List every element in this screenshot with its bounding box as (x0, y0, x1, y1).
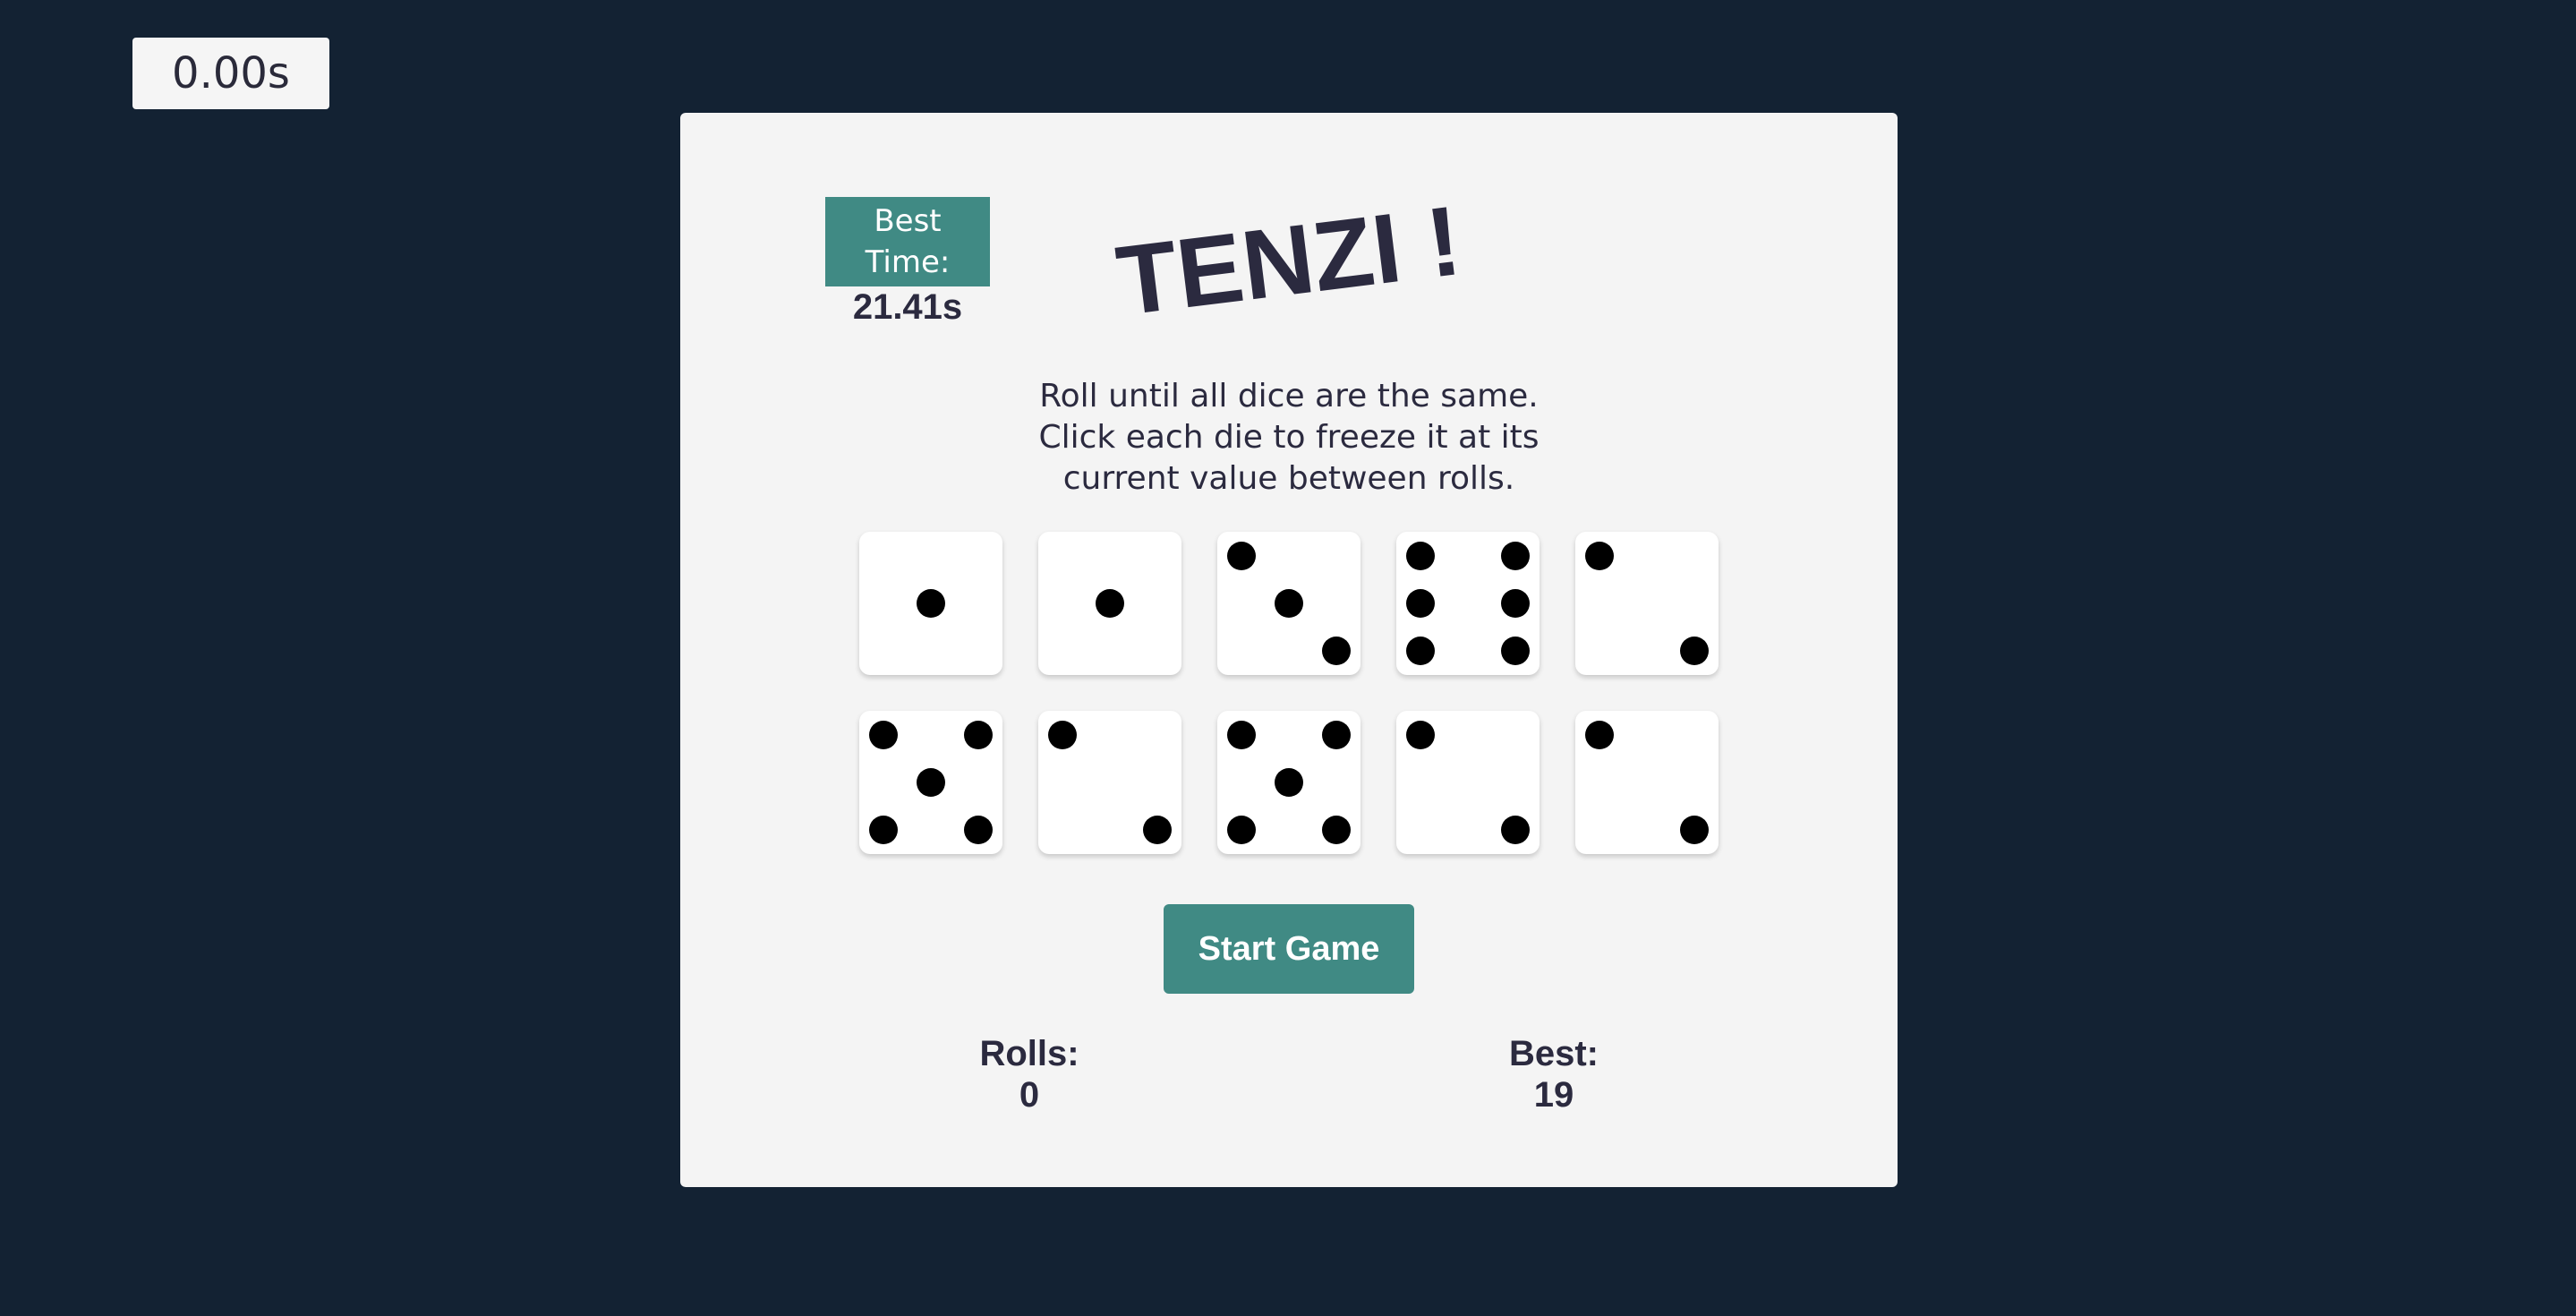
die-pip (1048, 721, 1077, 749)
die-pip (1227, 816, 1256, 844)
die-pip (1585, 542, 1614, 570)
die-3[interactable] (1217, 532, 1361, 675)
rolls-label: Rolls: (979, 1034, 1079, 1073)
start-game-button[interactable]: Start Game (1164, 904, 1414, 994)
die-pip (964, 816, 993, 844)
game-card: Best Time: 21.41s TENZI ! Roll until all… (680, 113, 1898, 1187)
die-pip (869, 721, 898, 749)
instructions-line-1: Roll until all dice are the same. (1039, 378, 1539, 414)
best-rolls-stat: Best: 19 (1455, 1033, 1652, 1115)
die-5[interactable] (1575, 532, 1719, 675)
die-6[interactable] (859, 711, 1002, 854)
die-pip (1406, 589, 1435, 618)
die-pip (1406, 542, 1435, 570)
die-pip (917, 768, 945, 797)
die-pip (1406, 721, 1435, 749)
die-pip (1275, 768, 1303, 797)
game-title: TENZI ! (1111, 185, 1467, 338)
die-9[interactable] (1396, 711, 1540, 854)
die-pip (917, 589, 945, 618)
die-7[interactable] (1038, 711, 1181, 854)
elapsed-timer: 0.00s (132, 38, 329, 109)
instructions-line-3: current value between rolls. (1062, 460, 1515, 497)
die-pip (1227, 542, 1256, 570)
rolls-value: 0 (1019, 1075, 1040, 1115)
die-pip (869, 816, 898, 844)
die-pip (1680, 637, 1709, 665)
die-pip (1322, 721, 1351, 749)
instructions: Roll until all dice are the same. Click … (976, 376, 1602, 500)
die-pip (1275, 589, 1303, 618)
best-time-label: Best Time: (825, 197, 990, 286)
die-pip (1227, 721, 1256, 749)
die-2[interactable] (1038, 532, 1181, 675)
die-1[interactable] (859, 532, 1002, 675)
dice-grid (859, 532, 1719, 854)
die-pip (1322, 637, 1351, 665)
best-rolls-value: 19 (1533, 1075, 1574, 1115)
die-pip (1501, 637, 1530, 665)
die-pip (1501, 542, 1530, 570)
die-4[interactable] (1396, 532, 1540, 675)
best-rolls-label: Best: (1508, 1034, 1599, 1073)
die-pip (1406, 637, 1435, 665)
best-time: Best Time: 21.41s (825, 197, 990, 328)
die-pip (1501, 816, 1530, 844)
die-pip (1585, 721, 1614, 749)
die-pip (1501, 589, 1530, 618)
die-pip (1143, 816, 1172, 844)
die-8[interactable] (1217, 711, 1361, 854)
best-time-value: 21.41s (852, 287, 963, 327)
instructions-line-2: Click each die to freeze it at its (1038, 419, 1540, 456)
die-pip (1322, 816, 1351, 844)
die-pip (964, 721, 993, 749)
rolls-stat: Rolls: 0 (931, 1033, 1128, 1115)
die-pip (1096, 589, 1124, 618)
die-10[interactable] (1575, 711, 1719, 854)
die-pip (1680, 816, 1709, 844)
